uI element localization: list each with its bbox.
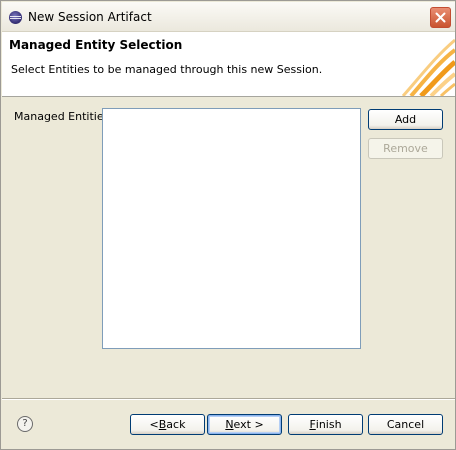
next-button-rest: ext > [233, 418, 264, 431]
wizard-banner-art [401, 38, 455, 96]
add-button[interactable]: Add [368, 109, 443, 130]
managed-entities-label: Managed Entities [14, 110, 110, 123]
next-button[interactable]: Next > [207, 414, 282, 435]
eclipse-app-icon [9, 11, 22, 24]
back-button-prefix: < [149, 418, 159, 431]
page-description: Select Entities to be managed through th… [11, 63, 323, 76]
back-button[interactable]: < Back [130, 414, 205, 435]
page-content: Managed Entities Add Remove [2, 98, 455, 398]
finish-button-rest: inish [315, 418, 342, 431]
wizard-dialog: New Session Artifact Managed Entity Sele… [0, 0, 456, 450]
managed-entities-list[interactable] [102, 108, 361, 349]
page-title: Managed Entity Selection [9, 38, 183, 52]
window-title: New Session Artifact [28, 10, 152, 24]
remove-button[interactable]: Remove [368, 138, 443, 159]
next-button-mnemonic: N [225, 418, 234, 431]
help-icon[interactable]: ? [17, 416, 33, 432]
title-bar[interactable]: New Session Artifact [2, 2, 455, 32]
close-button[interactable] [430, 7, 451, 28]
back-button-rest: ack [166, 418, 186, 431]
wizard-header: Managed Entity Selection Select Entities… [2, 32, 455, 97]
close-icon [435, 12, 446, 23]
footer-separator [2, 398, 455, 400]
finish-button[interactable]: Finish [288, 414, 363, 435]
cancel-button[interactable]: Cancel [368, 414, 443, 435]
back-button-mnemonic: B [158, 418, 167, 431]
